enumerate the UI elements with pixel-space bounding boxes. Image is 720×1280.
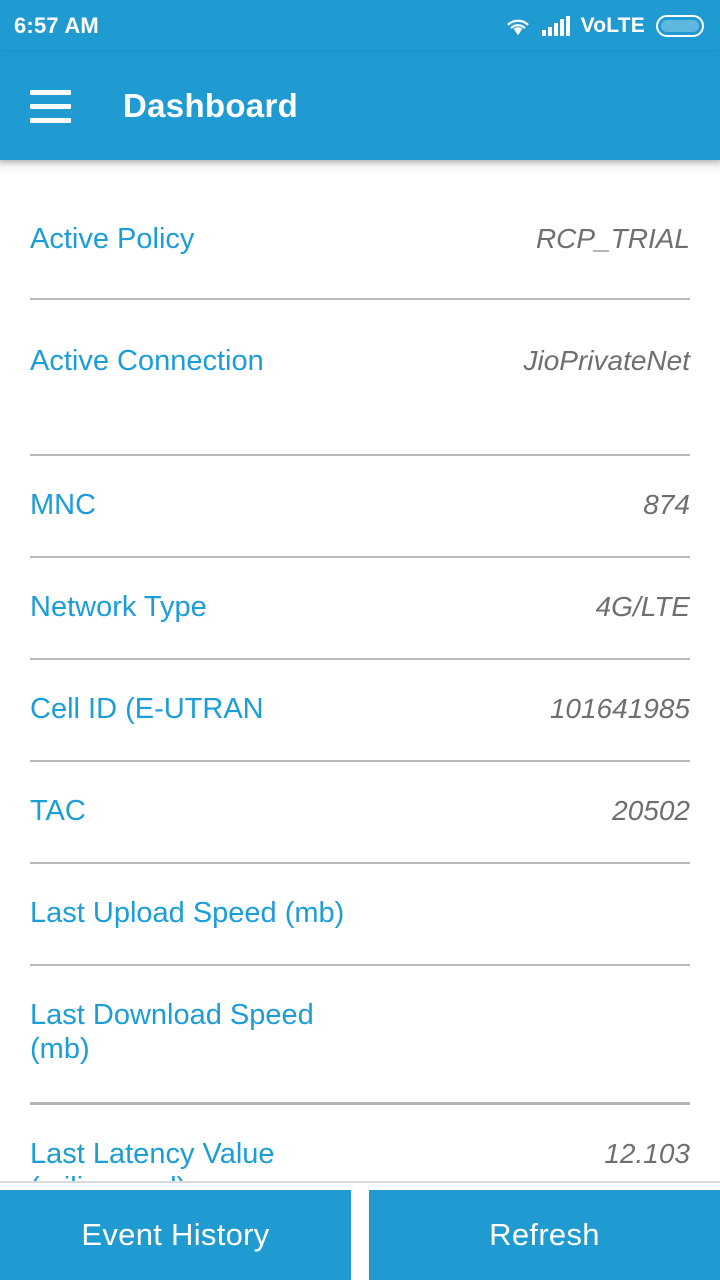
detail-label: Active Connection (30, 345, 264, 377)
detail-value: JioPrivateNet (523, 345, 690, 376)
detail-row-last-upload-speed[interactable]: Last Upload Speed (mb) (0, 864, 720, 966)
bottom-action-bar: Event History Refresh (0, 1181, 720, 1280)
menu-bar-1 (30, 89, 71, 95)
signal-bars-icon (541, 16, 570, 36)
detail-list: Active Policy RCP_TRIAL Active Connectio… (0, 174, 720, 1181)
menu-bar-3 (30, 117, 71, 123)
detail-label: Cell ID (E-UTRAN (30, 693, 264, 725)
dashboard-screen: 6:57 AM VoLTE Dashboard Active Policy RC… (0, 0, 720, 1280)
status-bar: 6:57 AM VoLTE (0, 0, 720, 52)
detail-row-tac[interactable]: TAC 20502 (0, 762, 720, 864)
detail-label: Last Upload Speed (mb) (30, 897, 345, 929)
detail-row-cell-id[interactable]: Cell ID (E-UTRAN 101641985 (0, 660, 720, 762)
volte-indicator: VoLTE (580, 14, 645, 37)
detail-label: Active Policy (30, 223, 195, 255)
detail-value: 4G/LTE (595, 591, 690, 622)
detail-row-active-connection[interactable]: Active Connection JioPrivateNet (0, 300, 720, 456)
detail-value: 101641985 (549, 693, 690, 724)
detail-label: Network Type (30, 591, 207, 623)
detail-row-mnc[interactable]: MNC 874 (0, 456, 720, 558)
detail-label: Last Latency Value (milisecond) (30, 1138, 275, 1181)
status-bar-clock: 6:57 AM (14, 13, 99, 38)
status-bar-icons: VoLTE (505, 14, 704, 38)
detail-row-last-download-speed[interactable]: Last Download Speed (mb) (0, 966, 720, 1105)
detail-label: Last Download Speed (mb) (30, 999, 314, 1065)
event-history-button[interactable]: Event History (0, 1190, 351, 1280)
detail-value: 12.103 (604, 1138, 690, 1169)
dashboard-content[interactable]: Active Policy RCP_TRIAL Active Connectio… (0, 160, 720, 1181)
app-bar: Dashboard (0, 52, 720, 160)
wifi-icon (507, 19, 529, 36)
detail-row-network-type[interactable]: Network Type 4G/LTE (0, 558, 720, 660)
page-title: Dashboard (123, 87, 299, 124)
detail-value: RCP_TRIAL (535, 223, 690, 254)
detail-value: 20502 (612, 795, 690, 826)
refresh-button[interactable]: Refresh (369, 1190, 720, 1280)
battery-icon (656, 15, 704, 37)
menu-bar-2 (30, 103, 71, 109)
detail-value: 874 (643, 489, 690, 520)
hamburger-menu-icon[interactable] (30, 82, 88, 130)
detail-label: TAC (30, 795, 86, 827)
detail-row-active-policy[interactable]: Active Policy RCP_TRIAL (0, 174, 720, 300)
content-top-shadow (0, 160, 720, 174)
detail-row-last-latency-value[interactable]: Last Latency Value (milisecond) 12.103 (0, 1105, 720, 1181)
detail-label: MNC (30, 489, 97, 521)
